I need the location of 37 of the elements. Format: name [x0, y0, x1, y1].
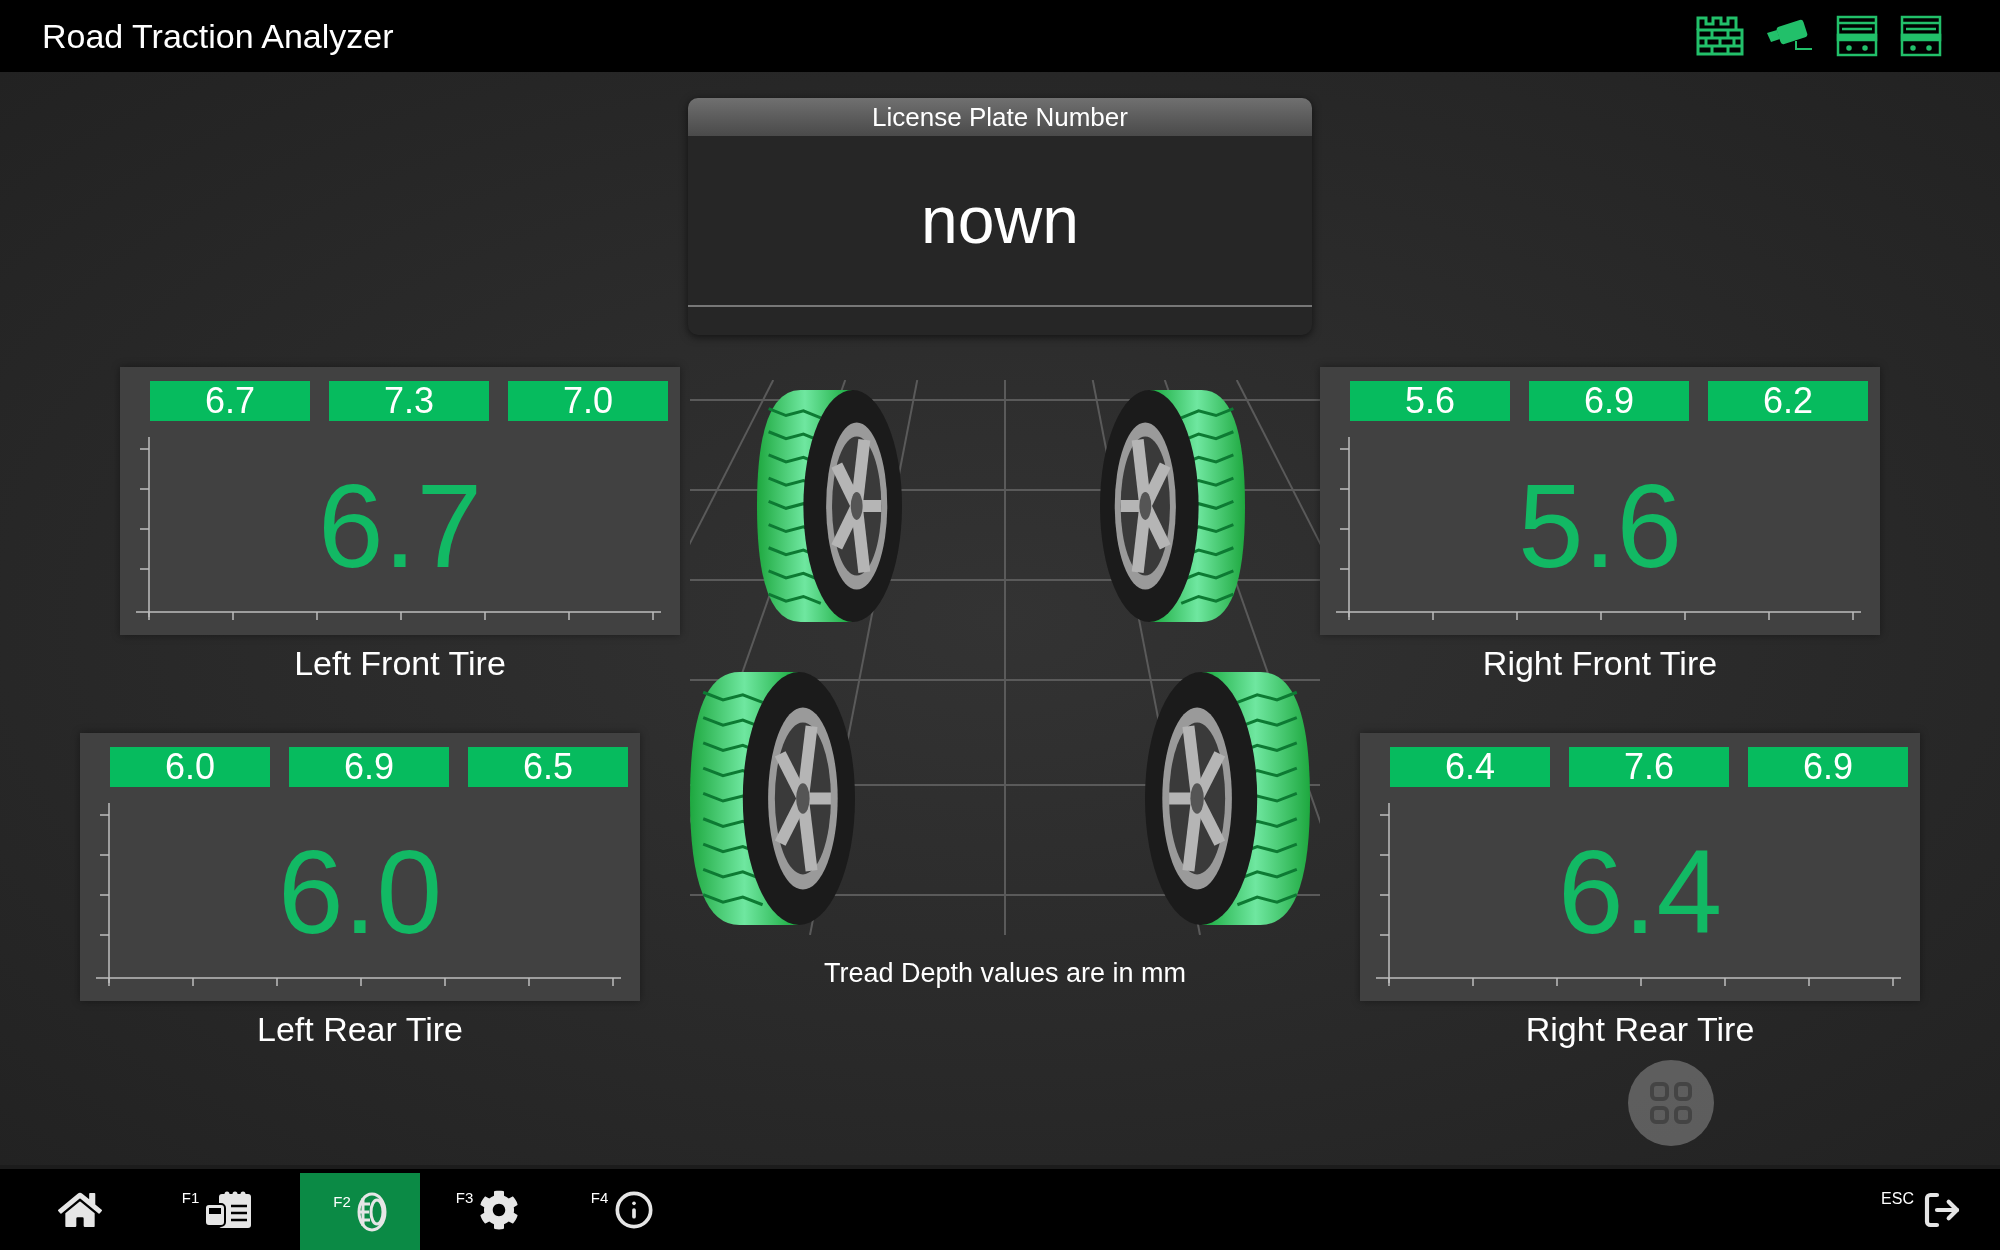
reading-badge: 6.9	[289, 747, 449, 787]
tire-icon	[356, 1191, 387, 1232]
card-reader-icon[interactable]	[1836, 15, 1878, 57]
units-note: Tread Depth values are in mm	[823, 957, 1187, 990]
tire-label: Left Rear Tire	[257, 1009, 463, 1050]
reading-badge: 6.9	[1529, 381, 1689, 421]
reading-badge: 6.0	[110, 747, 270, 787]
tire-label: Right Front Tire	[1482, 643, 1718, 684]
card-reader-icon[interactable]	[1900, 15, 1942, 57]
car-list-icon	[205, 1189, 254, 1230]
tread-depth-value: 6.0	[277, 827, 442, 957]
app-title: Road Traction Analyzer	[41, 15, 394, 57]
tread-depth-value: 6.4	[1557, 827, 1722, 957]
reading-badge: 6.9	[1748, 747, 1908, 787]
info-button[interactable]: F4	[555, 1169, 690, 1250]
brick-wall-icon[interactable]	[1696, 16, 1744, 56]
reading-badge: 7.3	[329, 381, 489, 421]
plate-number: nown	[921, 182, 1079, 259]
vehicle-report-button[interactable]: F1	[135, 1169, 300, 1250]
tread-depth-value: 5.6	[1517, 461, 1682, 591]
reading-badge: 6.5	[468, 747, 628, 787]
settings-icon	[479, 1189, 520, 1230]
info-icon	[614, 1189, 655, 1230]
reading-badge: 6.4	[1390, 747, 1550, 787]
reading-badge: 6.7	[150, 381, 310, 421]
settings-button[interactable]: F3	[420, 1169, 555, 1250]
reading-badge: 7.0	[508, 381, 668, 421]
exit-button[interactable]: ESC	[1881, 1169, 2000, 1250]
reading-badge: 7.6	[1569, 747, 1729, 787]
security-camera-icon[interactable]	[1766, 19, 1814, 53]
reading-badge: 5.6	[1350, 381, 1510, 421]
tread-depth-value: 6.7	[317, 461, 482, 591]
reading-badge: 6.2	[1708, 381, 1868, 421]
plate-label: License Plate Number	[872, 100, 1128, 134]
tire-label: Right Rear Tire	[1525, 1009, 1755, 1050]
tire-tab[interactable]: F2	[300, 1173, 420, 1250]
tire-label: Left Front Tire	[294, 643, 506, 684]
